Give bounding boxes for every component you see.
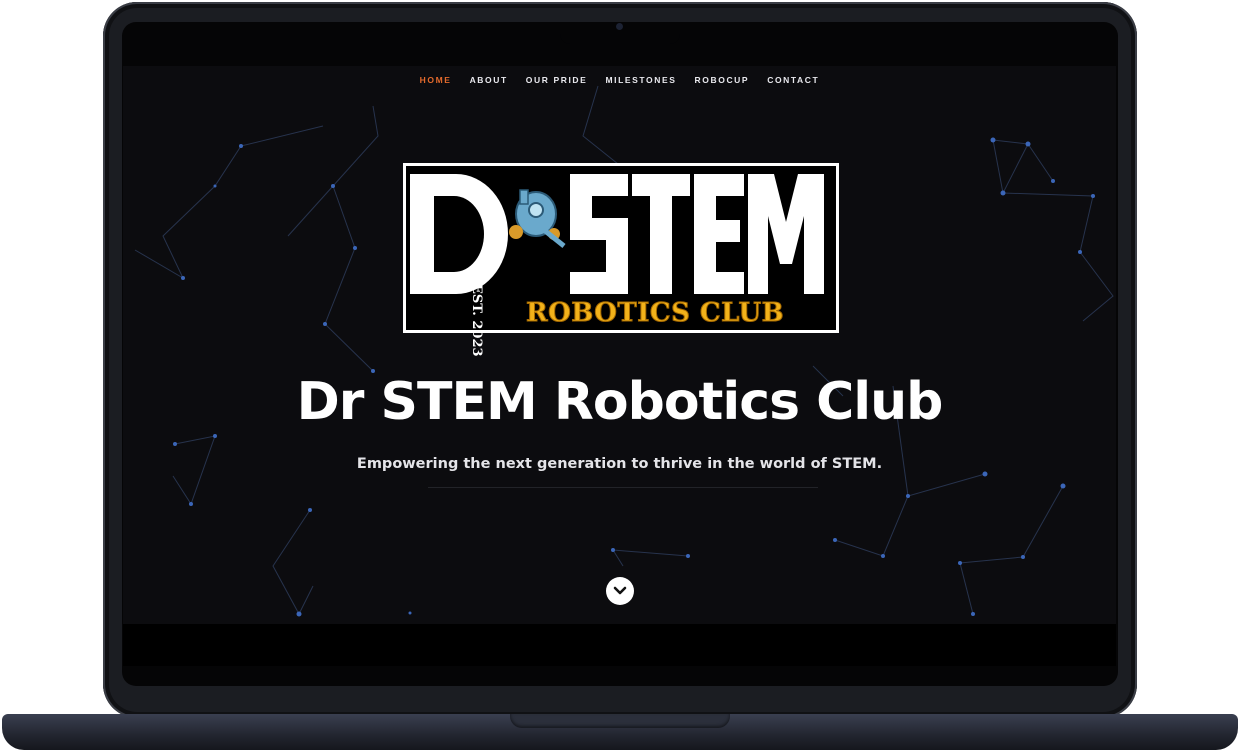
nav-robocup[interactable]: ROBOCUP <box>695 75 750 85</box>
nav-contact[interactable]: CONTACT <box>767 75 819 85</box>
main-nav: HOME ABOUT OUR PRIDE MILESTONES ROBOCUP … <box>123 75 1116 85</box>
nav-home[interactable]: HOME <box>420 75 452 85</box>
screen-bottom-strip <box>123 624 1116 666</box>
robot-icon <box>509 189 566 248</box>
website-screen: HOME ABOUT OUR PRIDE MILESTONES ROBOCUP … <box>123 66 1116 624</box>
scroll-down-button[interactable] <box>606 577 634 605</box>
nav-our-pride[interactable]: OUR PRIDE <box>526 75 588 85</box>
camera-icon <box>616 23 623 30</box>
laptop-hinge-groove <box>510 714 730 728</box>
hero-tagline: Empowering the next generation to thrive… <box>356 456 883 472</box>
divider <box>428 487 818 488</box>
nav-about[interactable]: ABOUT <box>470 75 508 85</box>
est-label: EST. 2023 <box>469 284 484 357</box>
network-background <box>134 85 1114 617</box>
chevron-down-icon <box>613 586 627 595</box>
hero-title: Dr STEM Robotics Club <box>296 372 944 432</box>
club-logo: EST. 2023 ROBOTICS CLUB <box>403 163 839 357</box>
nav-milestones[interactable]: MILESTONES <box>605 75 676 85</box>
logo-subtitle: ROBOTICS CLUB <box>525 298 785 329</box>
drstem-wordmark <box>410 174 824 294</box>
